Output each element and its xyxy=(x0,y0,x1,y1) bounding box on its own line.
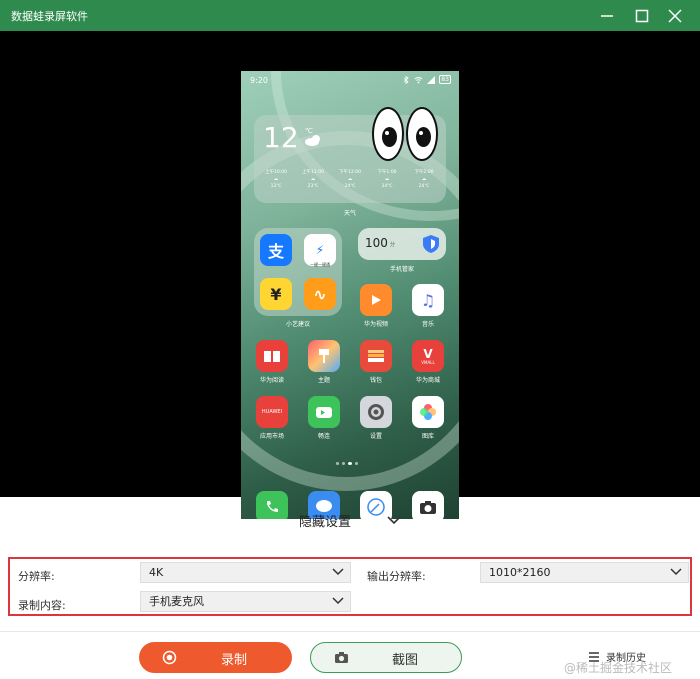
gallery-icon[interactable] xyxy=(412,396,444,428)
app-label: 应用市场 xyxy=(259,433,284,440)
app-label: 华为视频 xyxy=(363,321,388,328)
record-content-label: 录制内容: xyxy=(18,599,66,612)
app-label: 图库 xyxy=(421,433,434,440)
huawei-reader-icon[interactable] xyxy=(256,340,288,372)
maximize-icon xyxy=(635,9,649,22)
hourly-forecast: 上午10:00 ☁ 13℃ 上午11:00 ☁ 23℃ 下午12:00 ☁ 24℃ 下午1:… xyxy=(258,169,442,190)
chevron-down-icon xyxy=(670,568,682,576)
screenshot-label: 截图 xyxy=(392,653,419,668)
app-label: 畅连 xyxy=(317,433,330,440)
app-label: 音乐 xyxy=(421,321,434,328)
app-label: 设置 xyxy=(369,433,382,440)
cloud-icon xyxy=(305,135,320,146)
manager-score: 100 xyxy=(365,236,388,250)
page-indicator xyxy=(336,462,358,465)
title-bar: 数据蛙录屏软件 xyxy=(0,0,700,31)
maximize-button[interactable] xyxy=(625,0,659,31)
chevron-down-icon xyxy=(332,597,344,605)
phone-screen: 9:20 83 12 ℃ 上午10:00 ☁ 13℃ 上午11:00 ☁ 23℃ 下午1… xyxy=(241,71,459,519)
manager-unit: 分 xyxy=(390,242,396,248)
close-button[interactable] xyxy=(658,0,692,31)
status-time: 9:20 xyxy=(250,76,268,85)
app-gallery-icon[interactable]: HUAWEI xyxy=(256,396,288,428)
manager-label: 手机管家 xyxy=(389,266,414,273)
resolution-select[interactable]: 4K xyxy=(140,562,351,583)
action-bar: 录制 截图 录制历史 @稀土掘金技术社区 xyxy=(0,631,700,679)
output-resolution-select[interactable]: 1010*2160 xyxy=(480,562,689,583)
app-label: 钱包 xyxy=(369,377,382,384)
googly-eyes-sticker xyxy=(372,107,438,161)
app-window: 数据蛙录屏软件 9:20 83 12 ℃ 上午10:00 ☁ 13℃ 上午11:… xyxy=(0,0,700,679)
hide-settings-toggle[interactable]: 隐藏设置 xyxy=(0,497,700,543)
phone-status-bar: 9:20 83 xyxy=(241,71,459,91)
minimize-button[interactable] xyxy=(590,0,624,31)
camera-icon xyxy=(335,652,348,663)
bluetooth-icon xyxy=(404,75,409,84)
record-content-select[interactable]: 手机麦克风 xyxy=(140,591,351,612)
settings-panel: 分辨率: 4K 输出分辨率: 1010*2160 录制内容: 手机麦克风 xyxy=(8,557,692,616)
output-resolution-value: 1010*2160 xyxy=(489,566,551,579)
fliggy-icon: ∿ xyxy=(304,278,336,310)
app-label: 华为阅读 xyxy=(259,377,284,384)
alipay-icon: 支 xyxy=(260,234,292,266)
forecast-hour: 下午12:00 ☁ 24℃ xyxy=(339,170,361,189)
weather-label: 天气 xyxy=(343,210,356,217)
hide-settings-label: 隐藏设置 xyxy=(298,514,351,530)
forecast-hour: 下午2:00 ☁ 24℃ xyxy=(414,170,434,189)
close-icon xyxy=(668,8,682,23)
forecast-hour: 上午11:00 ☁ 23℃ xyxy=(302,170,324,189)
app-label: 华为商城 xyxy=(415,377,440,384)
screenshot-button[interactable]: 截图 xyxy=(310,642,462,673)
eye-right xyxy=(406,107,438,161)
resolution-label: 分辨率: xyxy=(18,570,55,583)
music-icon[interactable]: ♫ xyxy=(412,284,444,316)
output-resolution-label: 输出分辨率: xyxy=(367,570,426,583)
phone-manager-widget[interactable]: 100 分 xyxy=(358,228,446,260)
signal-icon xyxy=(427,75,436,84)
chevron-down-icon xyxy=(387,515,401,524)
record-label: 录制 xyxy=(221,653,248,668)
eye-left xyxy=(372,107,404,161)
forecast-hour: 上午10:00 ☁ 13℃ xyxy=(265,170,287,189)
record-button[interactable]: 录制 xyxy=(139,642,292,673)
watermark: @稀土掘金技术社区 xyxy=(564,661,673,675)
wallet-icon[interactable] xyxy=(360,340,392,372)
settings-icon[interactable] xyxy=(360,396,392,428)
folder-label: 小艺建议 xyxy=(285,321,310,328)
forecast-hour: 下午1:00 ☁ 24℃ xyxy=(377,170,397,189)
window-title: 数据蛙录屏软件 xyxy=(11,10,88,23)
meetime-icon[interactable] xyxy=(308,396,340,428)
shield-icon xyxy=(423,235,439,253)
folder-sub-label: 一键一键通 xyxy=(310,262,330,267)
app-folder[interactable]: 支 ⚡ 一键一键通 ¥ ∿ xyxy=(254,228,342,316)
huawei-video-icon[interactable] xyxy=(360,284,392,316)
themes-icon[interactable] xyxy=(308,340,340,372)
resolution-value: 4K xyxy=(149,566,164,579)
battery-indicator: 83 xyxy=(439,75,451,84)
vmall-icon[interactable]: V VMALL xyxy=(412,340,444,372)
xianyu-icon: ¥ xyxy=(260,278,292,310)
wifi-icon xyxy=(415,76,423,83)
app-label: 主题 xyxy=(317,377,330,384)
minimize-icon xyxy=(601,14,613,17)
record-content-value: 手机麦克风 xyxy=(149,595,204,608)
phone-preview-area: 9:20 83 12 ℃ 上午10:00 ☁ 13℃ 上午11:00 ☁ 23℃ 下午1… xyxy=(0,31,700,519)
chevron-down-icon xyxy=(332,568,344,576)
weather-temp: 12 xyxy=(263,121,299,154)
record-icon xyxy=(162,650,177,665)
